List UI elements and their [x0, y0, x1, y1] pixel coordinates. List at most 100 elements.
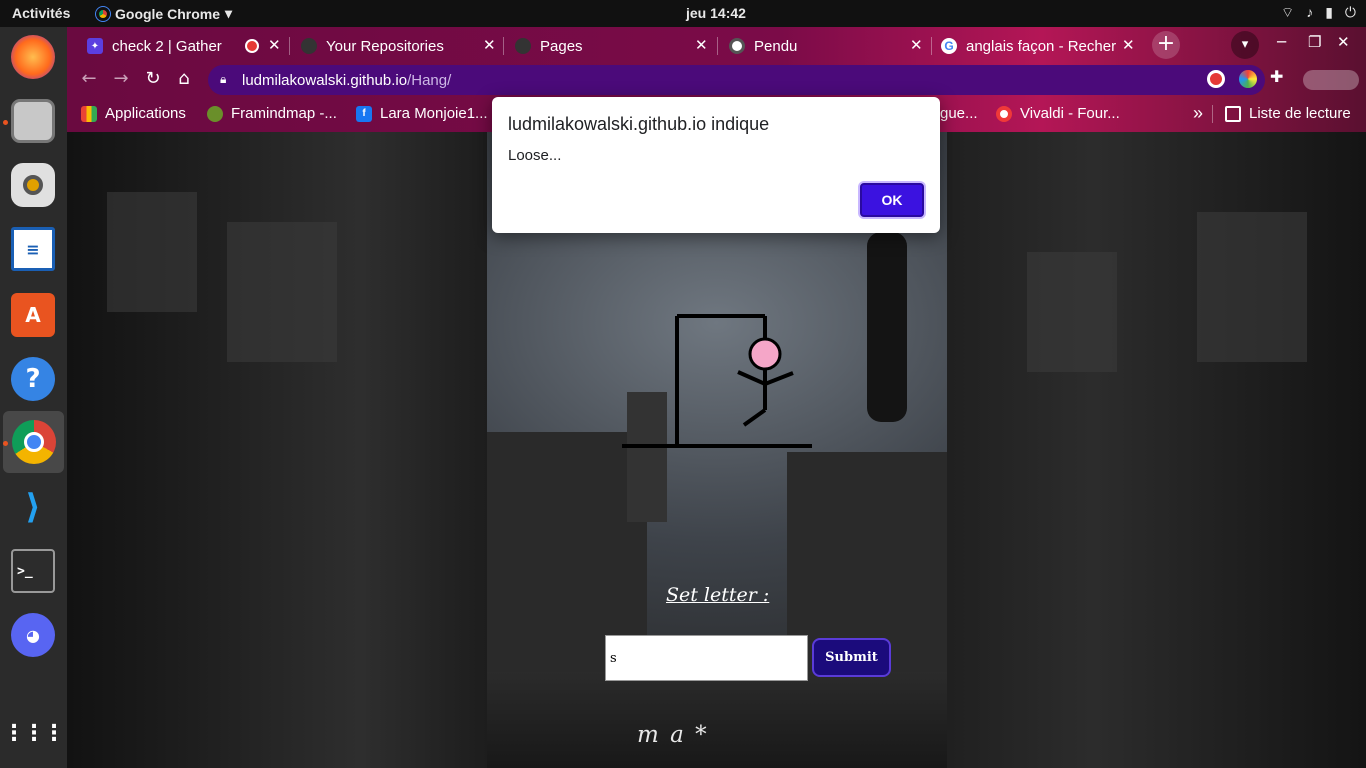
- dialog-message: Loose...: [508, 147, 562, 164]
- hangman-head: [748, 337, 782, 371]
- github-icon: [301, 38, 317, 54]
- system-tray[interactable]: ⌔ ♪ ▮ ⏻: [1281, 4, 1356, 22]
- extensions-puzzle-icon[interactable]: ✚: [1270, 67, 1288, 86]
- help-icon[interactable]: ?: [11, 357, 55, 401]
- apps-grid-icon: [81, 105, 97, 122]
- url-path: /Hang/: [407, 71, 452, 89]
- recording-icon: [245, 39, 259, 53]
- tab-label: Your Repositories: [326, 37, 444, 55]
- close-window-button[interactable]: ✕: [1337, 33, 1350, 51]
- bookmark-label: Liste de lecture: [1249, 105, 1351, 122]
- chrome-dock-item[interactable]: [3, 411, 64, 473]
- bookmark-label: Vivaldi - Four...: [1020, 105, 1120, 122]
- tab-label: check 2 | Gather: [112, 37, 222, 55]
- dialog-title: ludmilakowalski.github.io indique: [508, 114, 770, 134]
- bookmark-vivaldi[interactable]: Vivaldi - Four...: [996, 105, 1120, 122]
- minimize-button[interactable]: ─: [1277, 33, 1286, 51]
- github-icon: [515, 38, 531, 54]
- vivaldi-icon: [996, 105, 1012, 122]
- profile-avatar[interactable]: [1303, 70, 1359, 90]
- close-tab-icon[interactable]: ✕: [268, 36, 281, 54]
- bookmark-label: gue...: [940, 105, 978, 122]
- tab-separator: [503, 37, 504, 55]
- hangman-right-arm: [764, 371, 794, 386]
- bookmark-label: Lara Monjoie1...: [380, 105, 488, 122]
- back-icon[interactable]: ←: [77, 68, 101, 89]
- tab-your-repositories[interactable]: Your Repositories: [301, 31, 501, 61]
- tab-pages[interactable]: Pages: [515, 31, 715, 61]
- activities-button[interactable]: Activités: [12, 5, 70, 21]
- tab-label: Pages: [540, 37, 583, 55]
- running-indicator: [3, 441, 8, 446]
- volume-icon: ♪: [1306, 4, 1314, 20]
- bookmarks-overflow-button[interactable]: »: [1193, 103, 1203, 124]
- files-icon[interactable]: [11, 99, 55, 143]
- tab-google-search[interactable]: G anglais façon - Recher: [941, 31, 1119, 61]
- chrome-icon: [95, 5, 111, 22]
- running-indicator: [3, 120, 8, 125]
- bookmark-framindmap[interactable]: Framindmap -...: [207, 105, 337, 122]
- discord-icon[interactable]: ◕: [11, 613, 55, 657]
- lock-icon: 🔒︎: [220, 72, 227, 86]
- close-tab-icon[interactable]: ✕: [695, 36, 708, 54]
- ok-button[interactable]: OK: [860, 183, 924, 217]
- rhythmbox-icon[interactable]: [11, 163, 55, 207]
- tab-label: anglais façon - Recher: [966, 37, 1117, 55]
- bookmark-separator: [1212, 105, 1213, 123]
- power-icon: ⏻: [1344, 4, 1356, 20]
- alert-dialog: ludmilakowalski.github.io indique Loose.…: [492, 97, 940, 233]
- libreoffice-writer-icon[interactable]: ≡: [11, 227, 55, 271]
- chevron-down-icon: ▾: [225, 5, 233, 21]
- clock[interactable]: jeu 14:42: [686, 5, 746, 21]
- bookmark-label: Framindmap -...: [231, 105, 337, 122]
- tab-pendu[interactable]: Pendu: [729, 31, 919, 61]
- globe-icon: [729, 38, 745, 54]
- app-menu[interactable]: Google Chrome ▾: [95, 5, 233, 22]
- set-letter-label: Set letter :: [666, 584, 770, 606]
- navigation-bar: ← → ↻ ⌂ 🔒︎ ludmilakowalski.github.io/Han…: [67, 63, 1366, 97]
- url-host: ludmilakowalski.github.io: [242, 71, 408, 89]
- terminal-icon[interactable]: >_: [11, 549, 55, 593]
- letter-input[interactable]: s: [605, 635, 808, 681]
- system-top-bar: Activités Google Chrome ▾ jeu 14:42 ⌔ ♪ …: [0, 0, 1366, 27]
- address-bar[interactable]: 🔒︎ ludmilakowalski.github.io/Hang/ ➤ ☆: [208, 65, 1265, 95]
- submit-button[interactable]: Submit: [812, 638, 891, 677]
- forward-icon[interactable]: →: [109, 68, 133, 89]
- reload-icon[interactable]: ↻: [141, 68, 165, 89]
- home-icon[interactable]: ⌂: [172, 68, 196, 89]
- show-apps-icon[interactable]: ⋮⋮⋮: [3, 711, 65, 755]
- reading-list[interactable]: Liste de lecture: [1225, 105, 1351, 122]
- firefox-icon[interactable]: [11, 35, 55, 79]
- new-tab-button[interactable]: +: [1152, 31, 1180, 59]
- extension-color-icon[interactable]: [1239, 70, 1257, 88]
- app-menu-label: Google Chrome: [115, 5, 221, 22]
- hangman-left-arm: [737, 370, 766, 386]
- dock: ≡ A ? ⟩ >_ ◕ ⋮⋮⋮: [0, 27, 67, 768]
- facebook-icon: f: [356, 105, 372, 122]
- vscode-icon[interactable]: ⟩: [11, 485, 55, 529]
- extension-red-icon[interactable]: [1207, 70, 1225, 88]
- hangman-left-leg: [742, 408, 767, 427]
- maximize-button[interactable]: ❐: [1308, 33, 1321, 51]
- tab-separator: [289, 37, 290, 55]
- gather-icon: ✦: [87, 38, 103, 54]
- tab-search-icon[interactable]: ▾: [1231, 31, 1259, 59]
- hidden-word: m a *: [637, 722, 709, 748]
- tab-separator: [931, 37, 932, 55]
- battery-icon: ▮: [1325, 4, 1333, 20]
- google-icon: G: [941, 38, 957, 54]
- close-tab-icon[interactable]: ✕: [483, 36, 496, 54]
- bookmark-partial[interactable]: gue...: [940, 105, 978, 122]
- bookmark-facebook[interactable]: f Lara Monjoie1...: [356, 105, 488, 122]
- hangman-drawing: [622, 314, 812, 448]
- reading-list-icon: [1225, 105, 1241, 122]
- bookmark-applications[interactable]: Applications: [81, 105, 186, 122]
- close-tab-icon[interactable]: ✕: [910, 36, 923, 54]
- software-center-icon[interactable]: A: [11, 293, 55, 337]
- chrome-icon: [11, 420, 56, 464]
- tab-separator: [717, 37, 718, 55]
- tab-label: Pendu: [754, 37, 798, 55]
- wifi-icon: ⌔: [1281, 4, 1295, 20]
- close-tab-icon[interactable]: ✕: [1122, 36, 1135, 54]
- framindmap-icon: [207, 105, 223, 122]
